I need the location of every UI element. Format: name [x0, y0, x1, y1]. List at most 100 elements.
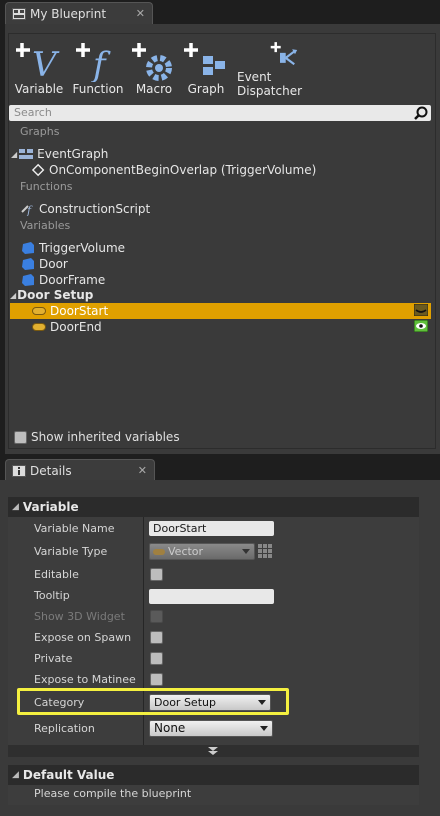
- object-reference-icon: [22, 258, 34, 270]
- add-graph-icon: [184, 43, 225, 75]
- svg-text:f: f: [26, 204, 33, 216]
- close-icon[interactable]: ✕: [136, 7, 145, 20]
- vector-pill-icon: [153, 549, 165, 555]
- blueprint-tab-icon: [12, 7, 26, 20]
- chevron-down-icon: [260, 726, 268, 731]
- visible-eye-icon[interactable]: [414, 320, 428, 332]
- event-node-icon: [32, 163, 45, 177]
- collapse-arrow-icon[interactable]: ◢: [10, 291, 16, 300]
- graph-label: EventGraph: [37, 147, 109, 161]
- vector-pill-icon: [32, 307, 46, 315]
- section-title: Variable: [22, 500, 79, 514]
- container-type-icon[interactable]: [258, 544, 272, 558]
- collapse-arrow-icon[interactable]: ◢: [12, 770, 19, 780]
- svg-text:f: f: [90, 45, 111, 82]
- show-3d-widget-label: Show 3D Widget: [34, 610, 125, 623]
- category-door-setup[interactable]: ◢ Door Setup: [10, 288, 93, 302]
- add-event-dispatcher-icon: [270, 42, 298, 66]
- function-label: ConstructionScript: [39, 202, 151, 216]
- variable-label: TriggerVolume: [39, 241, 126, 255]
- variables-header: Variables: [20, 219, 71, 232]
- variable-item-triggervolume[interactable]: TriggerVolume: [20, 241, 125, 255]
- variable-label: DoorFrame: [39, 273, 106, 287]
- category-dropdown[interactable]: Door Setup: [149, 694, 271, 711]
- toolbar-label: Macro: [135, 82, 173, 96]
- toolbar-label: Graph: [187, 82, 225, 96]
- expose-to-matinee-checkbox[interactable]: [150, 673, 163, 686]
- add-graph-button[interactable]: Graph: [184, 40, 228, 98]
- expand-advanced-icon[interactable]: [208, 747, 218, 755]
- event-label: OnComponentBeginOverlap (TriggerVolume): [49, 163, 317, 177]
- variable-item-door[interactable]: Door: [20, 257, 68, 271]
- toolbar-label: Variable: [14, 82, 64, 96]
- private-checkbox[interactable]: [150, 652, 163, 665]
- advanced-expander[interactable]: [8, 745, 419, 757]
- graph-item-event[interactable]: OnComponentBeginOverlap (TriggerVolume): [32, 163, 316, 177]
- variable-name-field[interactable]: DoorStart: [149, 521, 274, 536]
- graph-item-eventgraph[interactable]: ◢ EventGraph: [11, 147, 108, 161]
- search-input[interactable]: Search: [9, 105, 431, 121]
- variable-name-label: Variable Name: [34, 522, 115, 535]
- add-event-dispatcher-button[interactable]: Event Dispatcher: [237, 40, 333, 98]
- replication-label: Replication: [34, 722, 95, 735]
- category-value: Door Setup: [154, 696, 216, 709]
- tooltip-field[interactable]: [149, 589, 274, 604]
- private-label: Private: [34, 652, 73, 665]
- object-reference-icon: [22, 242, 34, 254]
- search-icon[interactable]: [414, 106, 428, 120]
- variable-item-doorframe[interactable]: DoorFrame: [20, 273, 105, 287]
- category-label: Category: [34, 696, 85, 709]
- tab-my-blueprint[interactable]: My Blueprint ✕: [5, 2, 153, 24]
- expose-on-spawn-checkbox[interactable]: [150, 631, 163, 644]
- variable-section-header[interactable]: ◢ Variable: [8, 497, 419, 517]
- expose-to-matinee-label: Expose to Matinee: [34, 673, 136, 686]
- chevron-down-icon: [258, 700, 266, 705]
- editable-label: Editable: [34, 568, 79, 581]
- functions-header: Functions: [20, 180, 73, 193]
- search-placeholder: Search: [14, 106, 52, 119]
- svg-text:V: V: [32, 45, 60, 82]
- add-function-icon: f: [76, 43, 111, 82]
- category-label: Door Setup: [17, 288, 94, 302]
- variable-type-label: Variable Type: [34, 545, 108, 558]
- tab-title: Details: [30, 463, 72, 478]
- default-value-section-header[interactable]: ◢ Default Value: [8, 765, 419, 785]
- expose-on-spawn-label: Expose on Spawn: [34, 631, 132, 644]
- hidden-eye-icon[interactable]: [414, 304, 428, 316]
- show-inherited-checkbox[interactable]: [14, 431, 27, 444]
- collapse-arrow-icon[interactable]: ◢: [12, 502, 19, 512]
- tab-title: My Blueprint: [30, 6, 107, 21]
- add-variable-icon: V: [16, 43, 60, 82]
- event-graph-icon: [19, 149, 34, 159]
- variable-label: Door: [39, 257, 68, 271]
- info-icon: [12, 464, 26, 477]
- collapse-arrow-icon[interactable]: ◢: [11, 150, 17, 159]
- graphs-header: Graphs: [20, 125, 60, 138]
- function-icon: f: [21, 204, 33, 216]
- add-variable-button[interactable]: V Variable: [14, 40, 64, 98]
- function-item-construction[interactable]: f ConstructionScript: [20, 202, 150, 216]
- tab-details[interactable]: Details ✕: [5, 459, 155, 481]
- show-3d-widget-checkbox: [150, 610, 163, 623]
- replication-dropdown[interactable]: None: [149, 720, 273, 737]
- replication-value: None: [154, 721, 186, 735]
- close-icon[interactable]: ✕: [138, 464, 147, 477]
- toolbar-label: Function: [72, 82, 124, 96]
- section-title: Default Value: [22, 768, 115, 782]
- add-macro-button[interactable]: Macro: [132, 40, 176, 98]
- vector-pill-icon: [32, 323, 46, 331]
- variable-label: DoorStart: [50, 304, 109, 318]
- tooltip-label: Tooltip: [34, 589, 70, 602]
- variable-type-value: Vector: [168, 545, 204, 558]
- chevron-down-icon: [242, 549, 250, 554]
- variable-label: DoorEnd: [50, 320, 102, 334]
- show-inherited-label: Show inherited variables: [31, 430, 180, 444]
- object-reference-icon: [22, 274, 34, 286]
- add-macro-icon: [132, 43, 172, 81]
- add-function-button[interactable]: f Function: [72, 40, 124, 98]
- variable-type-dropdown[interactable]: Vector: [149, 543, 255, 560]
- toolbar-label: Event Dispatcher: [237, 70, 303, 98]
- variable-item-doorstart[interactable]: DoorStart: [32, 303, 108, 319]
- editable-checkbox[interactable]: [150, 568, 163, 581]
- variable-item-doorend[interactable]: DoorEnd: [32, 319, 102, 335]
